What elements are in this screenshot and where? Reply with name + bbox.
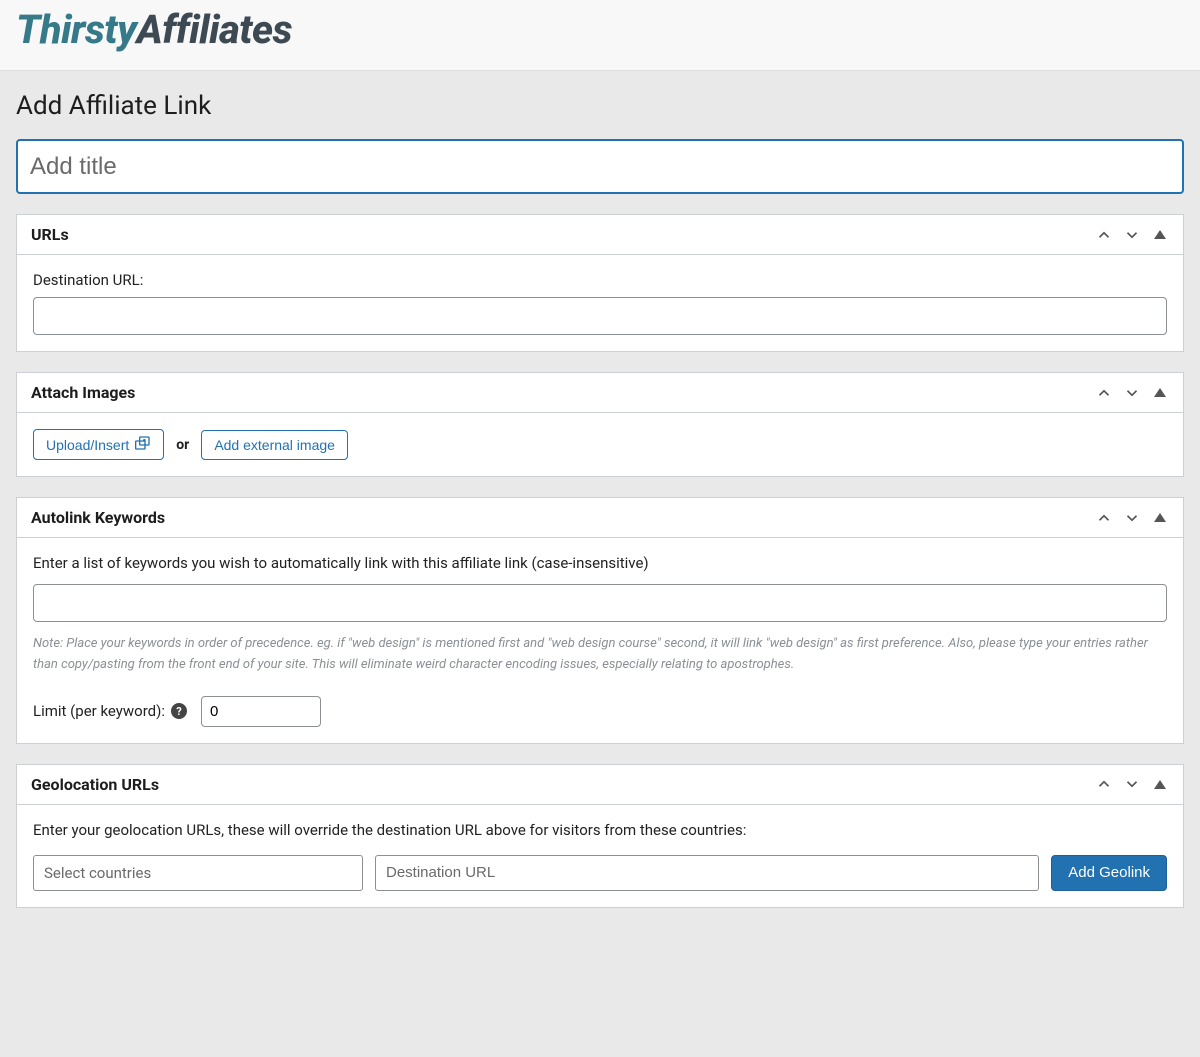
select-countries-dropdown[interactable]: Select countries xyxy=(33,855,363,891)
geolocation-header: Geolocation URLs xyxy=(17,765,1183,805)
autolink-note: Note: Place your keywords in order of pr… xyxy=(33,634,1167,676)
move-up-icon[interactable] xyxy=(1095,509,1113,527)
collapse-toggle-icon[interactable] xyxy=(1151,226,1169,244)
move-up-icon[interactable] xyxy=(1095,226,1113,244)
urls-metabox: URLs Destination URL: xyxy=(16,214,1184,352)
geolocation-metabox: Geolocation URLs Enter your geolocation … xyxy=(16,764,1184,908)
attach-images-metabox: Attach Images Upload/Insert xyxy=(16,372,1184,477)
attach-images-body: Upload/Insert or Add external image xyxy=(17,413,1183,476)
geolocation-body: Enter your geolocation URLs, these will … xyxy=(17,805,1183,907)
title-input[interactable] xyxy=(16,139,1184,194)
metabox-controls xyxy=(1095,775,1169,793)
keywords-input[interactable] xyxy=(33,584,1167,622)
app-header: ThirstyAffiliates xyxy=(0,0,1200,71)
attach-images-header: Attach Images xyxy=(17,373,1183,413)
metabox-controls xyxy=(1095,384,1169,402)
limit-label: Limit (per keyword): xyxy=(33,702,165,720)
add-geolink-button[interactable]: Add Geolink xyxy=(1051,855,1167,891)
urls-metabox-body: Destination URL: xyxy=(17,255,1183,351)
logo: ThirstyAffiliates xyxy=(16,0,1184,60)
move-down-icon[interactable] xyxy=(1123,226,1141,244)
urls-metabox-title: URLs xyxy=(31,225,69,244)
logo-part-affiliates: Affiliates xyxy=(136,6,292,53)
collapse-toggle-icon[interactable] xyxy=(1151,509,1169,527)
metabox-controls xyxy=(1095,226,1169,244)
autolink-title: Autolink Keywords xyxy=(31,508,165,527)
limit-label-wrap: Limit (per keyword): ? xyxy=(33,702,187,720)
autolink-keywords-metabox: Autolink Keywords Enter a list of keywor… xyxy=(16,497,1184,744)
upload-insert-button[interactable]: Upload/Insert xyxy=(33,429,164,460)
destination-url-label: Destination URL: xyxy=(33,271,1167,289)
limit-input[interactable] xyxy=(201,696,321,727)
move-down-icon[interactable] xyxy=(1123,384,1141,402)
urls-metabox-header: URLs xyxy=(17,215,1183,255)
autolink-body: Enter a list of keywords you wish to aut… xyxy=(17,538,1183,743)
geolocation-instruction: Enter your geolocation URLs, these will … xyxy=(33,821,1167,839)
main-content: Add Affiliate Link URLs Destination URL:… xyxy=(0,71,1200,928)
add-external-image-button[interactable]: Add external image xyxy=(201,430,348,460)
move-up-icon[interactable] xyxy=(1095,775,1113,793)
media-icon xyxy=(135,436,151,453)
metabox-controls xyxy=(1095,509,1169,527)
destination-url-input[interactable] xyxy=(33,297,1167,335)
attach-images-title: Attach Images xyxy=(31,383,135,402)
autolink-header: Autolink Keywords xyxy=(17,498,1183,538)
page-title: Add Affiliate Link xyxy=(16,91,1184,121)
upload-insert-label: Upload/Insert xyxy=(46,437,129,453)
add-external-image-label: Add external image xyxy=(214,437,335,453)
logo-part-thirsty: Thirsty xyxy=(16,6,136,53)
move-down-icon[interactable] xyxy=(1123,509,1141,527)
collapse-toggle-icon[interactable] xyxy=(1151,775,1169,793)
help-icon[interactable]: ? xyxy=(171,703,187,719)
collapse-toggle-icon[interactable] xyxy=(1151,384,1169,402)
geolocation-title: Geolocation URLs xyxy=(31,775,159,794)
move-up-icon[interactable] xyxy=(1095,384,1113,402)
or-separator: or xyxy=(176,437,189,453)
move-down-icon[interactable] xyxy=(1123,775,1141,793)
title-input-wrap xyxy=(16,139,1184,194)
autolink-instruction: Enter a list of keywords you wish to aut… xyxy=(33,554,1167,572)
geo-destination-url-input[interactable] xyxy=(375,855,1039,891)
